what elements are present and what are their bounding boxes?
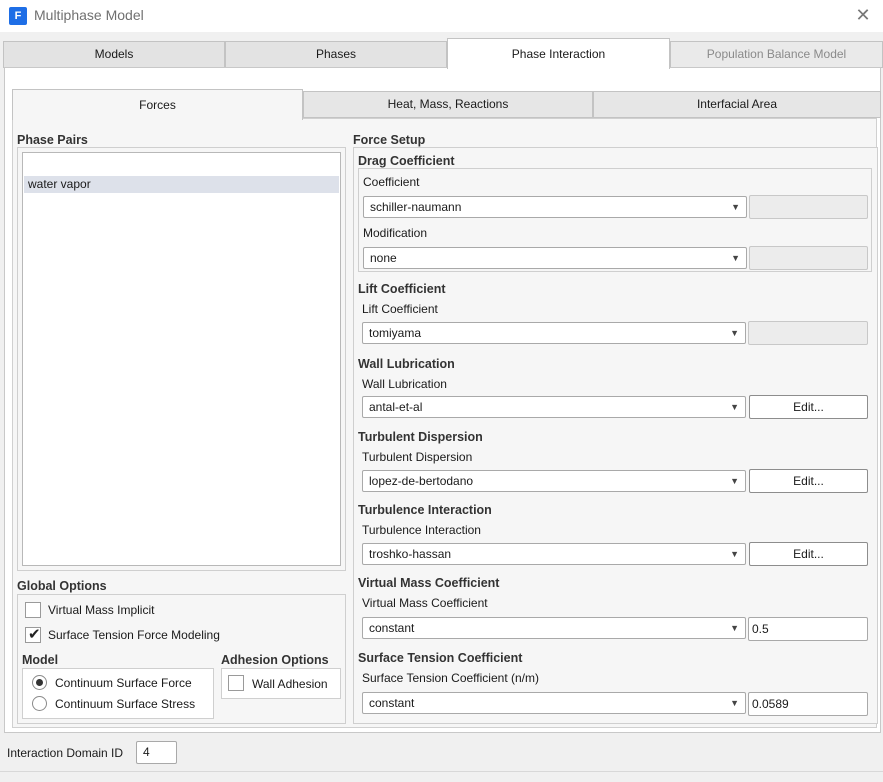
chevron-down-icon: ▼	[731, 253, 740, 263]
drag-coefficient-field	[749, 195, 868, 219]
virtual-mass-coefficient-heading: Virtual Mass Coefficient	[358, 576, 500, 590]
virtual-mass-coefficient-label: Virtual Mass Coefficient	[362, 596, 488, 610]
turbulent-dispersion-dropdown[interactable]: lopez-de-bertodano ▼	[362, 470, 746, 492]
chevron-down-icon: ▼	[730, 623, 739, 633]
check-icon: ✔	[28, 626, 41, 643]
phase-pairs-list[interactable]: water vapor	[22, 152, 341, 566]
wall-lubrication-label: Wall Lubrication	[362, 377, 447, 391]
virtual-mass-implicit-label: Virtual Mass Implicit	[48, 603, 155, 617]
drag-modification-dropdown[interactable]: none ▼	[363, 247, 747, 269]
wall-lubrication-dropdown[interactable]: antal-et-al ▼	[362, 396, 746, 418]
phase-pairs-heading: Phase Pairs	[17, 133, 88, 147]
surface-tension-modeling-checkbox[interactable]: ✔	[25, 626, 41, 643]
interaction-domain-id-input[interactable]: 4	[136, 741, 177, 764]
force-setup-heading: Force Setup	[353, 133, 426, 147]
tab-heat-mass-reactions[interactable]: Heat, Mass, Reactions	[303, 91, 593, 118]
virtual-mass-coefficient-dropdown[interactable]: constant ▼	[362, 617, 746, 639]
turbulence-interaction-value: troshko-hassan	[369, 547, 452, 561]
chevron-down-icon: ▼	[730, 476, 739, 486]
surface-tension-coefficient-input[interactable]: 0.0589	[748, 692, 868, 716]
tab-interfacial-area[interactable]: Interfacial Area	[593, 91, 881, 118]
lift-coefficient-heading: Lift Coefficient	[358, 282, 446, 296]
drag-coefficient-value: schiller-naumann	[370, 200, 462, 214]
wall-adhesion-label: Wall Adhesion	[252, 677, 328, 691]
drag-coefficient-heading: Drag Coefficient	[358, 154, 455, 168]
window-title: Multiphase Model	[34, 7, 144, 23]
adhesion-options-heading: Adhesion Options	[221, 653, 329, 667]
wall-lubrication-value: antal-et-al	[369, 400, 423, 414]
turbulent-dispersion-value: lopez-de-bertodano	[369, 474, 474, 488]
turbulence-interaction-edit-button[interactable]: Edit...	[749, 542, 868, 566]
virtual-mass-coefficient-input[interactable]: 0.5	[748, 617, 868, 641]
drag-modification-field	[749, 246, 868, 270]
virtual-mass-implicit-checkbox[interactable]	[25, 602, 41, 618]
drag-modification-value: none	[370, 251, 397, 265]
wall-lubrication-edit-button[interactable]: Edit...	[749, 395, 868, 419]
drag-coefficient-label: Coefficient	[363, 175, 420, 189]
main-tab-bar: Models Phases Phase Interaction Populati…	[3, 38, 883, 69]
turbulent-dispersion-edit-button[interactable]: Edit...	[749, 469, 868, 493]
sub-tab-bar: Forces Heat, Mass, Reactions Interfacial…	[12, 89, 881, 120]
chevron-down-icon: ▼	[730, 402, 739, 412]
global-options-heading: Global Options	[17, 579, 107, 593]
tab-population-balance-model[interactable]: Population Balance Model	[670, 41, 883, 68]
continuum-surface-force-radio[interactable]	[32, 675, 47, 690]
chevron-down-icon: ▼	[731, 202, 740, 212]
continuum-surface-force-label: Continuum Surface Force	[55, 676, 192, 690]
surface-tension-modeling-label: Surface Tension Force Modeling	[48, 628, 220, 642]
surface-tension-coefficient-value: constant	[369, 696, 415, 710]
chevron-down-icon: ▼	[730, 549, 739, 559]
turbulent-dispersion-label: Turbulent Dispersion	[362, 450, 473, 464]
app-logo-icon: F	[9, 7, 27, 25]
turbulent-dispersion-heading: Turbulent Dispersion	[358, 430, 483, 444]
tab-phases[interactable]: Phases	[225, 41, 447, 68]
virtual-mass-coefficient-value: constant	[369, 621, 415, 635]
radio-selected-dot	[36, 679, 43, 686]
lift-coefficient-dropdown[interactable]: tomiyama ▼	[362, 322, 746, 344]
tab-phase-interaction[interactable]: Phase Interaction	[447, 38, 670, 69]
drag-coefficient-dropdown[interactable]: schiller-naumann ▼	[363, 196, 747, 218]
surface-tension-coefficient-heading: Surface Tension Coefficient	[358, 651, 523, 665]
footer-divider	[0, 771, 883, 772]
continuum-surface-stress-radio[interactable]	[32, 696, 47, 711]
surface-tension-coefficient-dropdown[interactable]: constant ▼	[362, 692, 746, 714]
lift-coefficient-value: tomiyama	[369, 326, 422, 340]
interaction-domain-id-label: Interaction Domain ID	[7, 746, 124, 760]
close-icon[interactable]: ✕	[853, 5, 873, 25]
title-bar: F Multiphase Model ✕	[0, 0, 883, 32]
surface-tension-coefficient-label: Surface Tension Coefficient (n/m)	[362, 671, 539, 685]
tab-forces[interactable]: Forces	[12, 89, 303, 120]
wall-lubrication-heading: Wall Lubrication	[358, 357, 455, 371]
phase-interaction-panel: Forces Heat, Mass, Reactions Interfacial…	[4, 67, 881, 733]
chevron-down-icon: ▼	[730, 698, 739, 708]
lift-coefficient-label: Lift Coefficient	[362, 302, 438, 316]
model-heading: Model	[22, 653, 59, 667]
turbulence-interaction-label: Turbulence Interaction	[362, 523, 481, 537]
lift-coefficient-field	[748, 321, 868, 345]
turbulence-interaction-heading: Turbulence Interaction	[358, 503, 492, 517]
forces-panel: Phase Pairs water vapor Global Options V…	[12, 118, 878, 728]
tab-models[interactable]: Models	[3, 41, 225, 68]
wall-adhesion-checkbox[interactable]	[228, 675, 244, 691]
list-item[interactable]: water vapor	[24, 176, 339, 193]
turbulence-interaction-dropdown[interactable]: troshko-hassan ▼	[362, 543, 746, 565]
continuum-surface-stress-label: Continuum Surface Stress	[55, 697, 196, 711]
chevron-down-icon: ▼	[730, 328, 739, 338]
drag-modification-label: Modification	[363, 226, 428, 240]
